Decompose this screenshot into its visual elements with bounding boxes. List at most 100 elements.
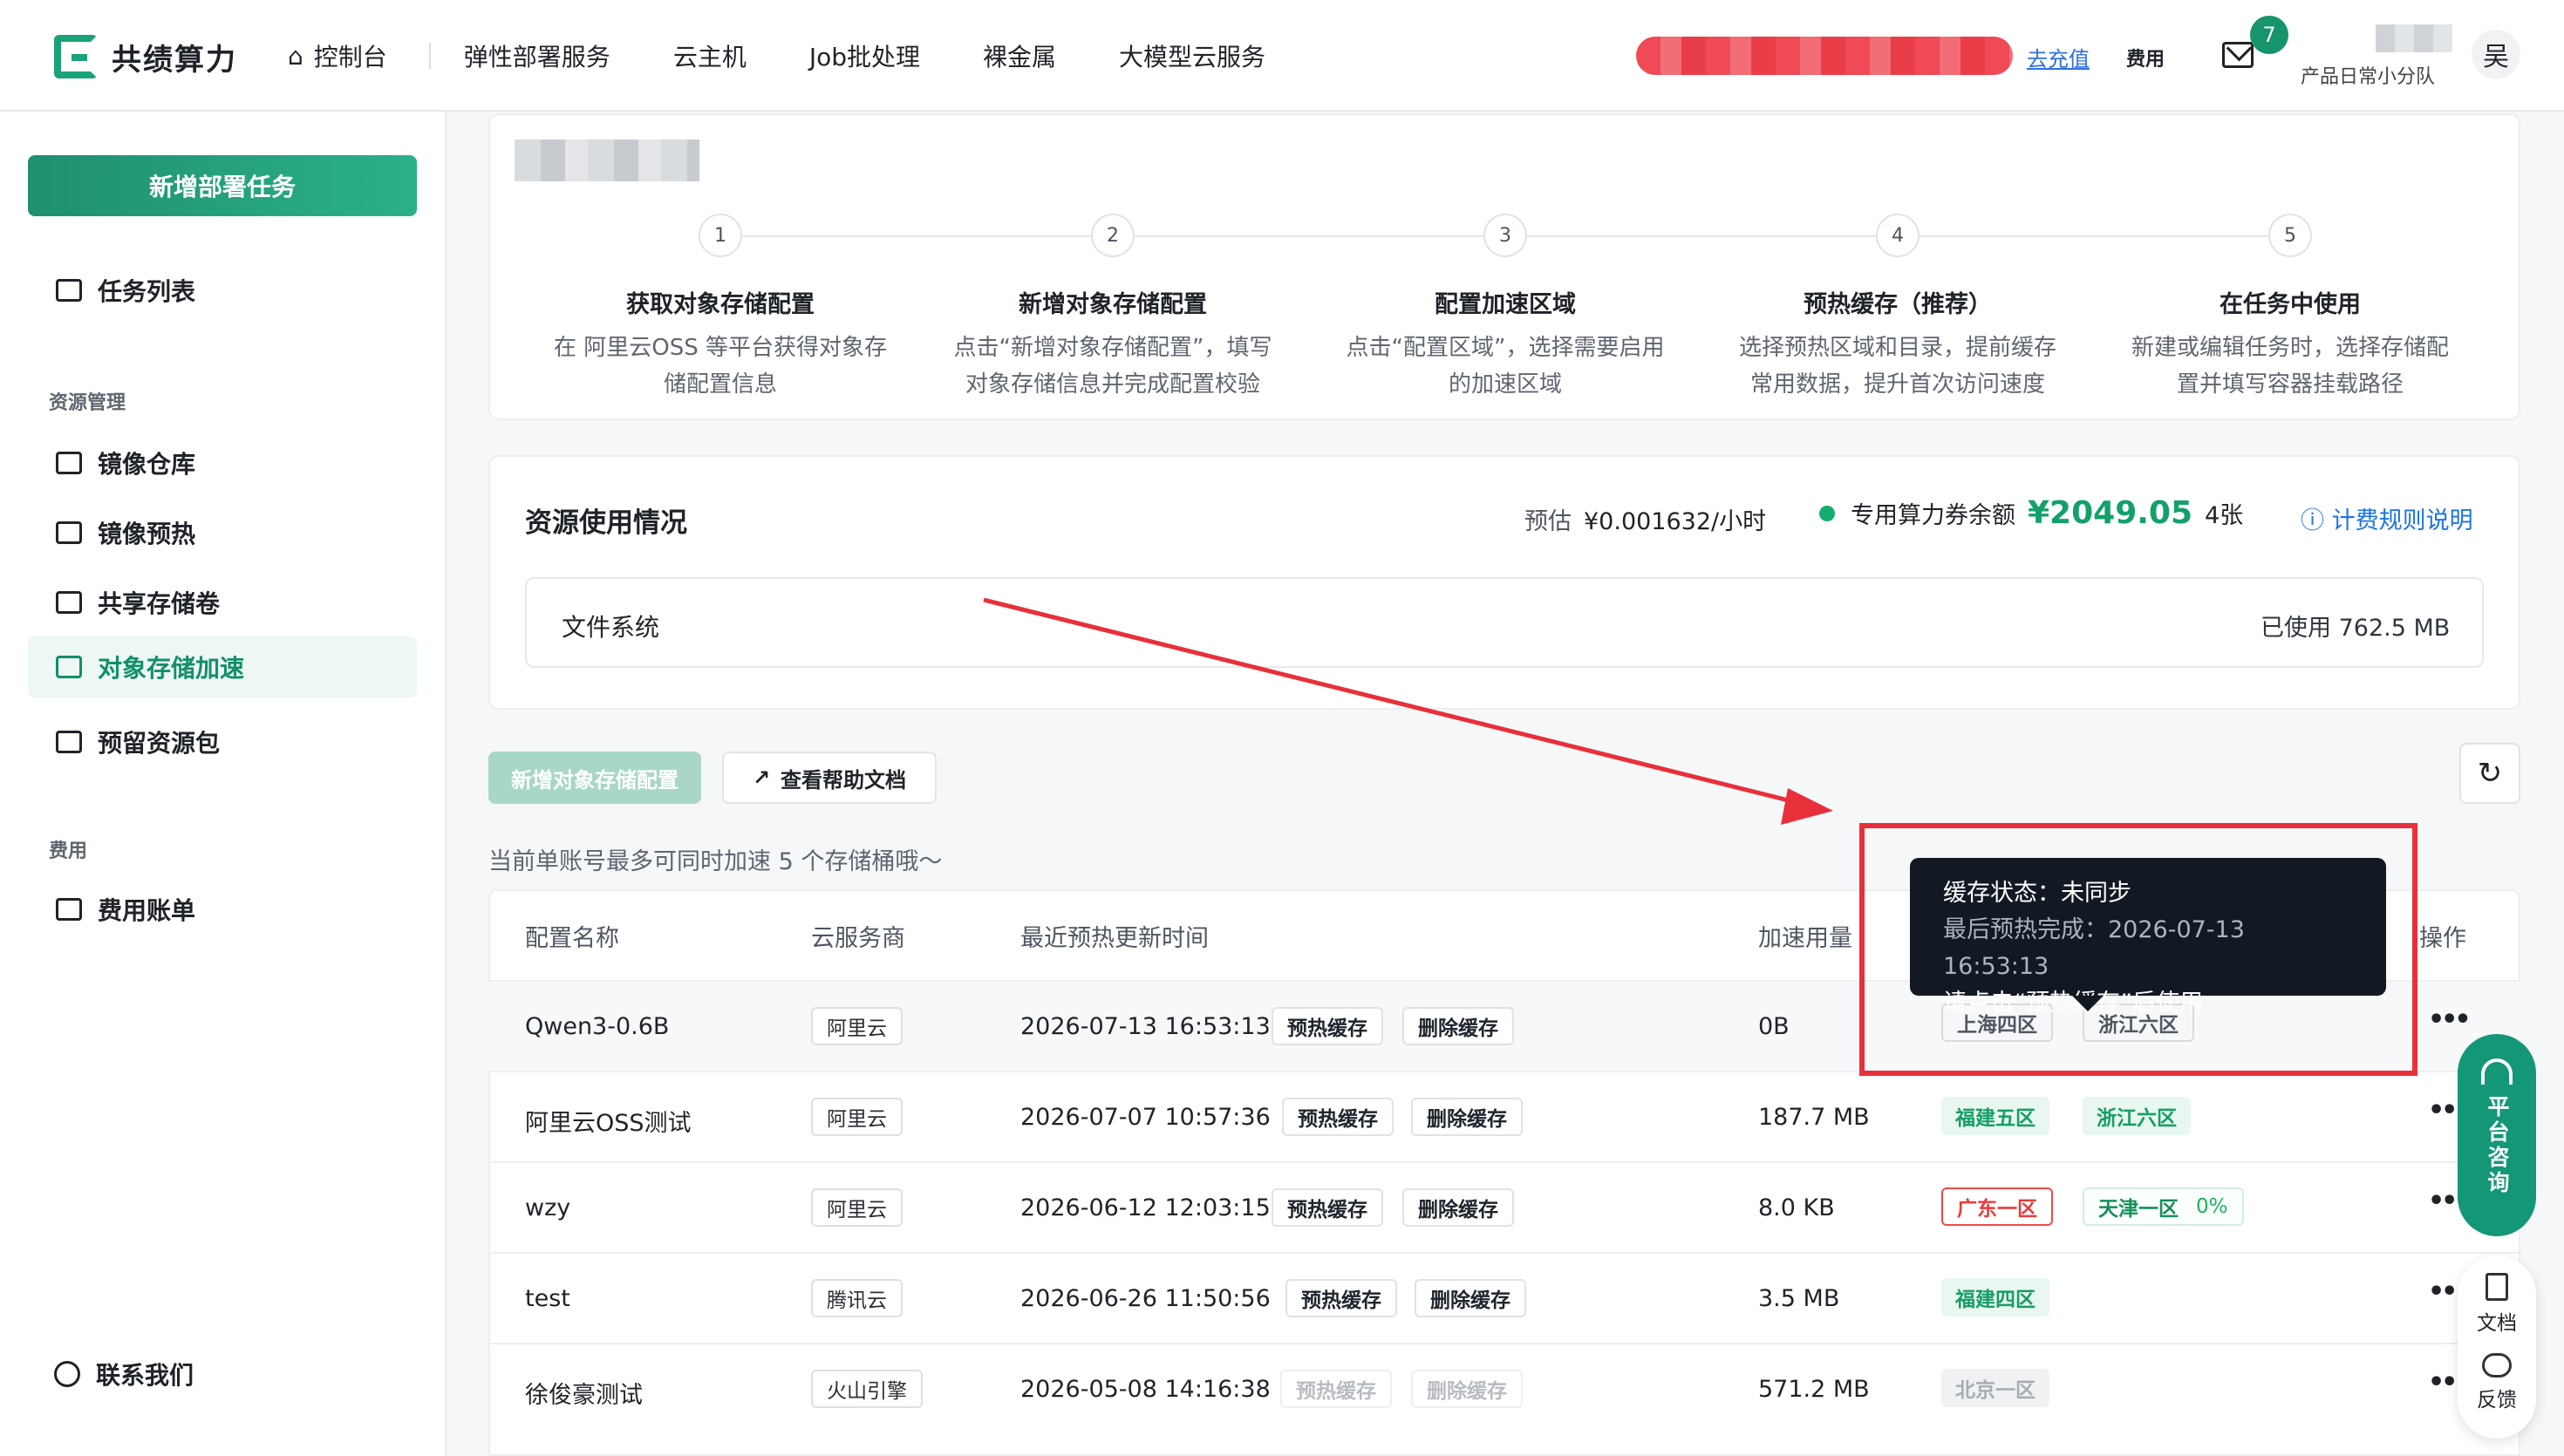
contact-us-link[interactable]: 联系我们 bbox=[54, 1357, 194, 1391]
file-system-usage-box bbox=[525, 577, 2484, 668]
step-1: 1 获取对象存储配置在 阿里云OSS 等平台获得对象存 储配置信息 bbox=[533, 214, 908, 403]
add-object-storage-config-button[interactable]: 新增对象存储配置 bbox=[488, 752, 701, 804]
file-system-used: 已使用 762.5 MB bbox=[2261, 615, 2451, 642]
config-name: wzy bbox=[525, 1194, 571, 1221]
chat-icon bbox=[2482, 1353, 2512, 1378]
delete-cache-button[interactable]: 删除缓存 bbox=[1411, 1098, 1523, 1136]
warmup-time: 2026-05-08 14:16:38 bbox=[1020, 1376, 1271, 1403]
brand-logo-icon bbox=[54, 35, 98, 78]
box-icon bbox=[56, 731, 82, 753]
config-name: 徐俊豪测试 bbox=[525, 1382, 643, 1409]
bucket-limit-note: 当前单账号最多可同时加速 5 个存储桶哦～ bbox=[488, 848, 943, 875]
cloud-icon bbox=[56, 656, 82, 678]
help-doc-button[interactable]: ↗ 查看帮助文档 bbox=[722, 752, 937, 804]
feedback-button[interactable]: 反馈 bbox=[2458, 1353, 2536, 1412]
more-actions-button[interactable]: ••• bbox=[2428, 1004, 2471, 1035]
usage-value: 571.2 MB bbox=[1758, 1376, 1870, 1403]
sidebar-item-object-storage-acceleration[interactable]: 对象存储加速 bbox=[28, 636, 417, 697]
warmup-time: 2026-06-12 12:03:15 bbox=[1020, 1194, 1271, 1221]
upload-icon bbox=[56, 591, 82, 614]
col-acceleration-usage: 加速用量 bbox=[1758, 925, 1852, 952]
coupon-balance: 专用算力券余额 ¥2049.05 4张 bbox=[1819, 495, 2243, 531]
sidebar: 新增部署任务 任务列表 资源管理 镜像仓库 镜像预热 共享存储卷 对象存储加速 … bbox=[0, 112, 447, 1456]
config-name: test bbox=[525, 1285, 570, 1312]
file-system-label: 文件系统 bbox=[562, 613, 660, 642]
sidebar-item-shared-volume[interactable]: 共享存储卷 bbox=[28, 572, 417, 633]
mail-icon[interactable] bbox=[2222, 42, 2254, 68]
team-name[interactable]: 产品日常小分队 bbox=[2301, 61, 2435, 89]
nav-cloud-host[interactable]: 云主机 bbox=[673, 38, 747, 73]
usage-value: 8.0 KB bbox=[1758, 1194, 1835, 1221]
warmup-time: 2026-07-13 16:53:13 bbox=[1020, 1013, 1271, 1040]
col-last-warmup-time: 最近预热更新时间 bbox=[1020, 925, 1209, 952]
brand-name: 共绩算力 bbox=[112, 42, 237, 78]
step-5: 5 在任务中使用 新建或编辑任务时，选择存储配 置并填写容器挂载路径 bbox=[2103, 214, 2478, 403]
nav-console[interactable]: ⌂ 控制台 bbox=[288, 38, 387, 73]
step-4: 4 预热缓存（推荐） 选择预热区域和目录，提前缓存 常用数据，提升首次访问速度 bbox=[1710, 214, 2085, 403]
nav-elastic-deploy[interactable]: 弹性部署服务 bbox=[464, 38, 610, 73]
help-icon bbox=[54, 1361, 80, 1387]
list-icon bbox=[56, 279, 82, 302]
delete-cache-button-disabled: 删除缓存 bbox=[1411, 1370, 1523, 1408]
region-tag-disabled: 北京一区 bbox=[1941, 1369, 2049, 1407]
headset-icon bbox=[2481, 1058, 2513, 1085]
brand-logo[interactable]: 共绩算力 bbox=[54, 35, 237, 78]
vendor-tag: 阿里云 bbox=[811, 1098, 903, 1136]
nav-llm-cloud[interactable]: 大模型云服务 bbox=[1119, 38, 1265, 73]
status-dot bbox=[1819, 505, 1835, 521]
region-tag-alert[interactable]: 广东一区 bbox=[1941, 1187, 2053, 1226]
floating-help-panel: 文档 反馈 bbox=[2458, 1255, 2536, 1439]
vendor-tag: 阿里云 bbox=[811, 1188, 903, 1227]
estimated-cost: 预估 ¥0.001632/小时 bbox=[1524, 508, 1767, 535]
warm-cache-button-disabled: 预热缓存 bbox=[1280, 1370, 1392, 1408]
platform-consult-button[interactable]: 平台咨询 bbox=[2458, 1034, 2536, 1236]
usage-value: 0B bbox=[1758, 1013, 1790, 1040]
warm-cache-button[interactable]: 预热缓存 bbox=[1282, 1098, 1394, 1136]
config-name: 阿里云OSS测试 bbox=[525, 1110, 692, 1137]
usage-value: 3.5 MB bbox=[1758, 1285, 1840, 1312]
warm-cache-button[interactable]: 预热缓存 bbox=[1272, 1007, 1383, 1045]
region-tag[interactable]: 福建五区 bbox=[1941, 1097, 2049, 1135]
step-2: 2 新增对象存储配置 点击“新增对象存储配置”，填写 对象存储信息并完成配置校验 bbox=[925, 214, 1300, 403]
redacted-user-name bbox=[2376, 24, 2452, 52]
usage-value: 187.7 MB bbox=[1758, 1104, 1870, 1131]
fee-group: 费用 bbox=[49, 840, 88, 862]
nav-job-batch[interactable]: Job批处理 bbox=[809, 38, 920, 73]
region-tag-progress[interactable]: 天津一区 0% bbox=[2083, 1187, 2244, 1226]
billing-rules-link[interactable]: ⓘ 计费规则说明 bbox=[2301, 501, 2473, 535]
refresh-button[interactable]: ↻ bbox=[2459, 743, 2520, 804]
cube-icon bbox=[56, 452, 82, 474]
external-link-icon: ↗ bbox=[752, 765, 771, 790]
vendor-tag: 阿里云 bbox=[811, 1007, 903, 1045]
resource-management-group: 资源管理 bbox=[49, 392, 126, 414]
sidebar-item-image-repo[interactable]: 镜像仓库 bbox=[28, 432, 417, 493]
vendor-tag: 火山引擎 bbox=[811, 1370, 923, 1408]
delete-cache-button[interactable]: 删除缓存 bbox=[1415, 1279, 1526, 1317]
redacted-page-title bbox=[515, 139, 699, 181]
user-avatar[interactable]: 吴 bbox=[2472, 30, 2520, 78]
sidebar-item-task-list[interactable]: 任务列表 bbox=[28, 260, 417, 321]
col-cloud-vendor: 云服务商 bbox=[811, 925, 905, 952]
mail-count-badge: 7 bbox=[2250, 16, 2288, 54]
redacted-balance bbox=[1636, 37, 2013, 75]
delete-cache-button[interactable]: 删除缓存 bbox=[1402, 1188, 1514, 1227]
annotation-highlight-box bbox=[1859, 823, 2417, 1076]
warm-cache-button[interactable]: 预热缓存 bbox=[1285, 1279, 1397, 1317]
fee-link[interactable]: 费用 bbox=[2126, 44, 2165, 71]
region-tag[interactable]: 福建四区 bbox=[1941, 1278, 2049, 1317]
home-icon: ⌂ bbox=[288, 41, 303, 71]
docs-button[interactable]: 文档 bbox=[2458, 1273, 2536, 1336]
new-deploy-task-button[interactable]: 新增部署任务 bbox=[28, 155, 417, 216]
nav-bare-metal[interactable]: 裸金属 bbox=[983, 38, 1056, 73]
step-3: 3 配置加速区域 点击“配置区域”，选择需要启用 的加速区域 bbox=[1318, 214, 1693, 403]
recharge-link[interactable]: 去充值 bbox=[2027, 42, 2090, 72]
sidebar-item-image-warmup[interactable]: 镜像预热 bbox=[28, 502, 417, 563]
info-icon: ⓘ bbox=[2301, 507, 2332, 534]
warm-cache-button[interactable]: 预热缓存 bbox=[1272, 1188, 1383, 1227]
region-tag[interactable]: 浙江六区 bbox=[2083, 1097, 2191, 1135]
sidebar-item-bill[interactable]: 费用账单 bbox=[28, 879, 417, 940]
delete-cache-button[interactable]: 删除缓存 bbox=[1402, 1007, 1514, 1045]
main-nav: ⌂ 控制台 弹性部署服务 云主机 Job批处理 裸金属 大模型云服务 bbox=[288, 35, 1328, 77]
sidebar-item-reserved-package[interactable]: 预留资源包 bbox=[28, 711, 417, 772]
warmup-time: 2026-06-26 11:50:56 bbox=[1020, 1285, 1271, 1312]
